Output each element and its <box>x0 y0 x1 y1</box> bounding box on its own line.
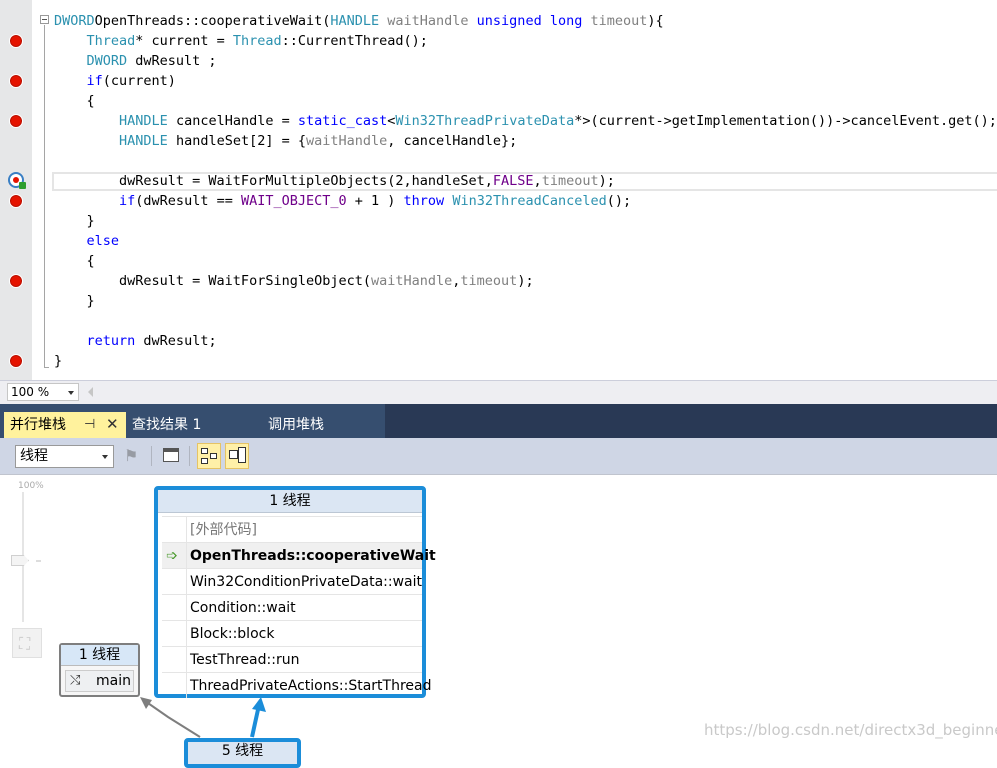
current-frame-arrow-icon: ➩ <box>166 548 178 564</box>
stack-frame-label: TestThread::run <box>190 652 300 668</box>
edge-arrowhead-main <box>140 697 152 709</box>
stack-frame[interactable]: Block::block <box>162 620 422 646</box>
edge-to-main <box>144 700 201 738</box>
thread-node-root[interactable]: 5 线程 <box>184 738 301 768</box>
frame-gutter: ➩ <box>162 543 187 568</box>
thread-node-main[interactable]: 1 线程 ⤭ main <box>59 643 140 697</box>
stack-frame-label: ThreadPrivateActions::StartThread <box>190 678 432 694</box>
frame-gutter <box>162 621 187 646</box>
stack-frame-label: Win32ConditionPrivateData::wait <box>190 574 422 590</box>
frame-gutter <box>162 673 187 698</box>
frame-gutter <box>162 595 187 620</box>
node-header: 5 线程 <box>221 743 264 759</box>
edge-arrowhead-active <box>252 697 266 712</box>
frame-gutter <box>162 647 187 672</box>
graph-edges <box>140 697 266 738</box>
stack-frame[interactable]: Condition::wait <box>162 594 422 620</box>
node-header: 1 线程 <box>61 645 138 666</box>
stack-frame-label: OpenThreads::cooperativeWait <box>190 548 436 564</box>
frame-gutter <box>162 569 187 594</box>
stack-frame-label: [外部代码] <box>190 522 257 538</box>
watermark: https://blog.csdn.net/directx3d_beginner <box>704 721 997 739</box>
stack-frame-main[interactable]: ⤭ main <box>65 670 134 692</box>
frame-gutter <box>162 517 187 542</box>
stack-frame[interactable]: [外部代码] <box>162 516 422 542</box>
stack-frame-current[interactable]: ➩ OpenThreads::cooperativeWait <box>162 542 436 568</box>
stack-frame[interactable]: Win32ConditionPrivateData::wait <box>162 568 422 594</box>
stack-frame-label: Block::block <box>190 626 275 642</box>
thread-node-active[interactable]: 1 线程 [外部代码] ➩ OpenThreads::cooperativeWai… <box>154 486 436 698</box>
node-header: 1 线程 <box>158 490 422 513</box>
thread-switch-icon: ⤭ <box>70 673 81 688</box>
stack-frame-label: Condition::wait <box>190 600 296 616</box>
stack-frame[interactable]: TestThread::run <box>162 646 422 672</box>
stack-frame-label: main <box>96 673 131 689</box>
stack-frame[interactable]: ThreadPrivateActions::StartThread <box>162 672 432 698</box>
